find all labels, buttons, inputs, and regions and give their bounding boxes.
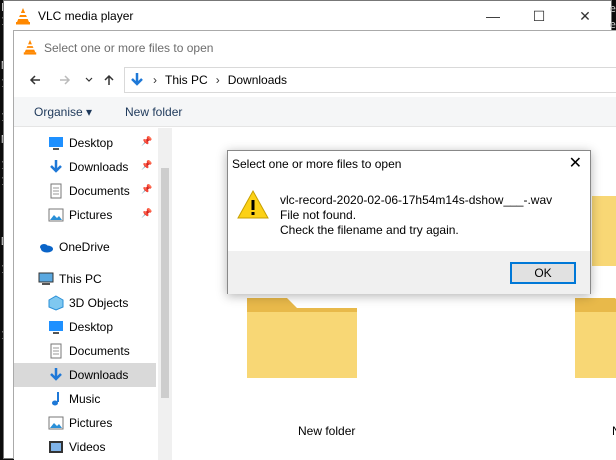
arrow-right-icon (60, 75, 71, 85)
sidebar-item-downloads[interactable]: Downloads 📌 (14, 155, 156, 179)
this-pc-icon (38, 272, 54, 285)
arrow-left-icon (29, 75, 40, 85)
sidebar-item-pictures[interactable]: Pictures 📌 (14, 203, 156, 227)
sidebar-item-label: Music (69, 392, 101, 406)
sidebar-item-videos[interactable]: Videos (14, 435, 156, 459)
dialog-titlebar[interactable]: Select one or more files to open (14, 31, 616, 63)
vlc-cone-icon (16, 8, 30, 25)
sidebar-item-label: Downloads (69, 160, 129, 174)
downloads-icon (50, 368, 62, 381)
desktop-icon (49, 137, 63, 150)
arrow-up-icon (104, 74, 114, 85)
desktop-icon (49, 321, 63, 334)
sidebar-item-label: Videos (69, 440, 106, 454)
ok-button[interactable]: OK (510, 262, 576, 284)
sidebar-item-onedrive[interactable]: OneDrive (14, 235, 156, 259)
folder-label[interactable]: N (612, 424, 616, 438)
minimize-button[interactable]: — (470, 1, 516, 31)
sidebar-item-desktop[interactable]: Desktop 📌 (14, 131, 156, 155)
error-dialog-footer: OK (228, 251, 590, 294)
sidebar-item-label: Pictures (69, 416, 113, 430)
sidebar-item-label: Documents (69, 184, 130, 198)
downloads-icon (50, 160, 62, 173)
pictures-icon (48, 416, 64, 430)
error-dialog-title: Select one or more files to open (232, 157, 402, 171)
breadcrumb-downloads[interactable]: Downloads (228, 73, 287, 87)
sidebar-item-label: Desktop (69, 136, 114, 150)
pictures-icon (48, 208, 64, 222)
warning-icon (237, 189, 269, 219)
address-row: › This PC › Downloads (14, 65, 616, 95)
folder-label[interactable]: New folder (298, 424, 355, 438)
folder-icon[interactable] (242, 278, 362, 388)
sidebar-item-documents[interactable]: Documents (14, 339, 156, 363)
window-title: VLC media player (38, 9, 134, 23)
breadcrumb-this-pc[interactable]: This PC (165, 73, 208, 87)
sidebar-item-downloads[interactable]: Downloads (14, 363, 156, 387)
pin-icon: 📌 (141, 136, 153, 146)
pin-icon: 📌 (141, 184, 153, 194)
3d-objects-icon (48, 295, 64, 311)
nav-scrollbar[interactable] (158, 128, 172, 460)
sidebar-item-desktop[interactable]: Desktop (14, 315, 156, 339)
maximize-button[interactable]: ☐ (516, 1, 562, 31)
sidebar-item-label: Desktop (69, 320, 114, 334)
documents-icon (50, 343, 62, 359)
sidebar-item-documents[interactable]: Documents 📌 (14, 179, 156, 203)
dialog-toolbar: Organise ▾ New folder (14, 97, 616, 127)
close-icon[interactable]: ✕ (569, 153, 582, 173)
sidebar-item-label: 3D Objects (69, 296, 129, 310)
sidebar-item-this-pc[interactable]: This PC (14, 267, 156, 291)
chevron-right-icon: › (153, 73, 157, 87)
console-text: e (609, 2, 616, 15)
onedrive-icon (40, 244, 53, 253)
vlc-titlebar[interactable]: VLC media player — ☐ ✕ (4, 1, 611, 31)
error-dialog: Select one or more files to open ✕ vlc-r… (227, 150, 591, 294)
close-button[interactable]: ✕ (562, 1, 608, 31)
sidebar-item-label: This PC (59, 272, 102, 286)
forward-button[interactable] (54, 69, 76, 91)
chevron-right-icon: › (215, 73, 220, 87)
error-message: vlc-record-2020-02-06-17h54m14s-dshow___… (280, 193, 552, 238)
address-bar[interactable]: › This PC › Downloads (124, 67, 616, 93)
music-icon (52, 392, 59, 406)
back-button[interactable] (24, 69, 46, 91)
pin-icon: 📌 (141, 208, 153, 218)
sidebar-item-music[interactable]: Music (14, 387, 156, 411)
documents-icon (50, 183, 62, 199)
error-hint: Check the filename and try again. (280, 223, 459, 237)
folder-icon[interactable] (592, 186, 616, 276)
chevron-down-icon (85, 77, 93, 82)
error-text: File not found. (280, 208, 357, 222)
videos-icon (49, 441, 63, 453)
vlc-cone-icon (23, 39, 37, 55)
folder-icon[interactable] (570, 278, 616, 388)
organise-button[interactable]: Organise ▾ (34, 105, 92, 119)
scroll-thumb[interactable] (161, 168, 169, 398)
pin-icon: 📌 (141, 160, 153, 170)
sidebar-item-label: OneDrive (59, 240, 110, 254)
recent-locations-button[interactable] (78, 69, 100, 91)
sidebar-item-3d-objects[interactable]: 3D Objects (14, 291, 156, 315)
sidebar-item-label: Pictures (69, 208, 113, 222)
new-folder-button[interactable]: New folder (125, 105, 182, 119)
sidebar-item-label: Documents (69, 344, 130, 358)
downloads-icon (131, 73, 143, 86)
dialog-title: Select one or more files to open (44, 41, 214, 55)
sidebar-item-label: Downloads (69, 368, 129, 382)
up-button[interactable] (98, 69, 120, 91)
error-filename: vlc-record-2020-02-06-17h54m14s-dshow___… (280, 193, 553, 207)
sidebar-item-pictures[interactable]: Pictures (14, 411, 156, 435)
